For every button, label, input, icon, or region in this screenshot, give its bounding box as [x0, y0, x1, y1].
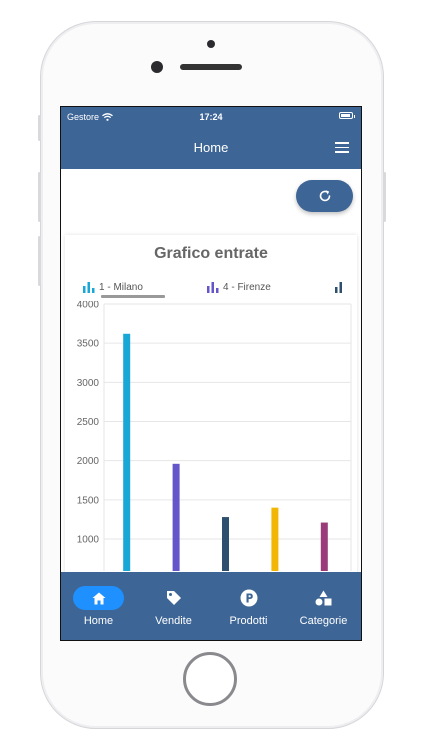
tab-home[interactable]: Home: [61, 572, 136, 640]
app-header: Home: [61, 127, 361, 169]
tab-label: Prodotti: [229, 615, 268, 627]
volume-down-button: [38, 236, 41, 286]
refresh-icon: [319, 190, 330, 202]
tab-categorie[interactable]: Categorie: [286, 572, 361, 640]
bar[interactable]: [172, 463, 180, 571]
refresh-button[interactable]: [296, 180, 353, 212]
bottom-tab-bar: Home Vendite Prodotti Categorie: [61, 572, 361, 640]
tab-label: Home: [83, 615, 114, 627]
bar[interactable]: [222, 517, 229, 571]
front-camera: [151, 61, 163, 73]
legend-tab-partial[interactable]: [335, 282, 343, 293]
bar[interactable]: [320, 522, 328, 571]
tab-vendite[interactable]: Vendite: [136, 572, 211, 640]
status-time: 17:24: [199, 112, 223, 122]
y-tick-label: 3000: [77, 378, 100, 389]
tab-label: Categorie: [299, 615, 348, 627]
tag-icon: [166, 591, 181, 605]
bar-chart-icon: [335, 282, 342, 293]
app-screen: Gestore 17:24 Home Grafico entrate 1 - M…: [60, 106, 362, 641]
bar-chart: 4000 3500 3000 2500 2000 1500 1000: [77, 301, 352, 571]
power-button: [383, 172, 386, 222]
bar-chart-icon: [83, 282, 95, 293]
y-tick-label: 1500: [77, 495, 100, 506]
page-title: Home: [193, 140, 229, 155]
status-bar: Gestore 17:24: [61, 107, 361, 127]
p-circle-icon: [240, 589, 257, 607]
home-icon: [92, 592, 105, 604]
y-tick-label: 2500: [77, 417, 100, 428]
legend-active-indicator: [101, 295, 165, 298]
y-tick-label: 4000: [77, 301, 100, 311]
shapes-icon: [315, 590, 332, 606]
bar-chart-icon: [207, 282, 219, 293]
legend-tab-milano[interactable]: 1 - Milano: [83, 282, 143, 293]
home-button[interactable]: [183, 652, 237, 706]
legend-tab-firenze[interactable]: 4 - Firenze: [207, 282, 271, 293]
proximity-sensor: [207, 40, 215, 48]
earpiece-speaker: [180, 64, 242, 70]
hamburger-menu-icon[interactable]: [335, 142, 349, 153]
volume-up-button: [38, 172, 41, 222]
legend-tab-label: 1 - Milano: [99, 282, 143, 293]
bar[interactable]: [123, 333, 131, 571]
y-tick-label: 2000: [77, 456, 100, 467]
tab-prodotti[interactable]: Prodotti: [211, 572, 286, 640]
y-tick-label: 1000: [77, 535, 100, 546]
y-tick-label: 3500: [77, 339, 100, 350]
battery-icon: [339, 112, 355, 119]
tab-label: Vendite: [155, 615, 192, 627]
chart-title: Grafico entrate: [154, 245, 268, 262]
mute-switch: [38, 115, 41, 141]
legend-tab-label: 4 - Firenze: [223, 282, 271, 293]
bar[interactable]: [271, 507, 279, 571]
